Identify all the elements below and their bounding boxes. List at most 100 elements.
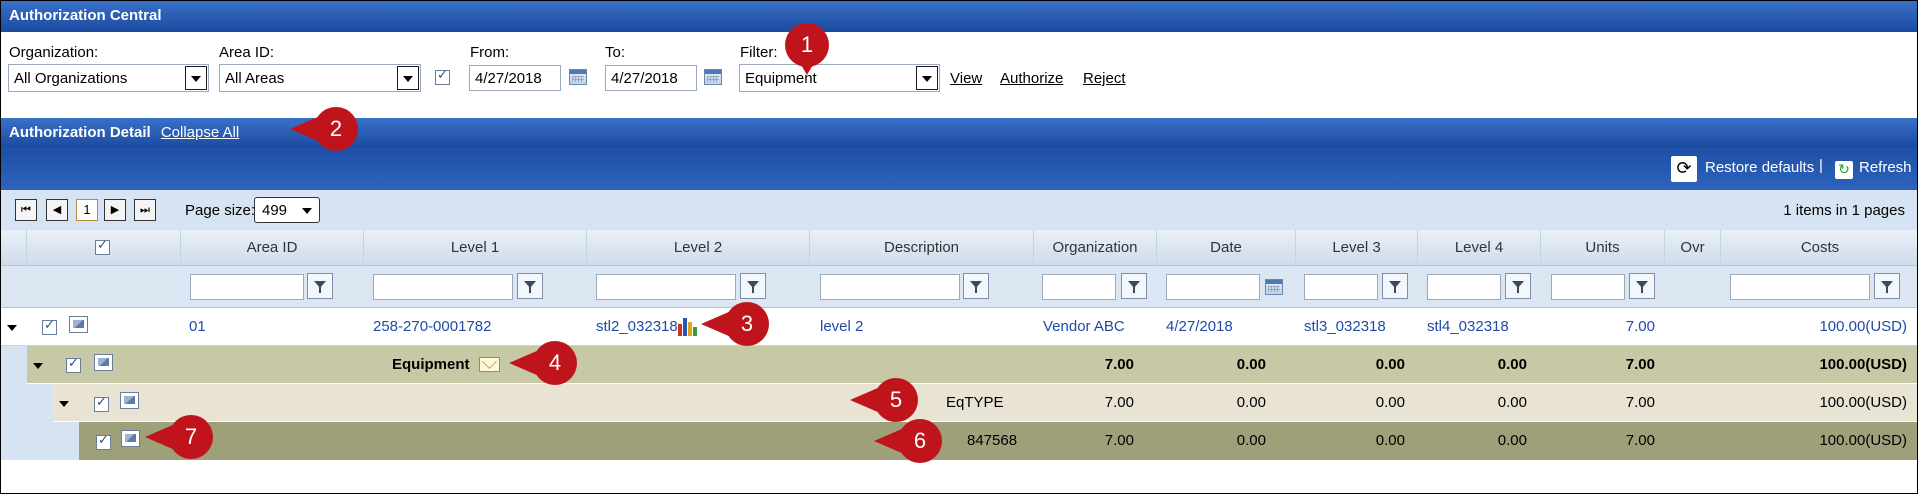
refresh-icon[interactable]: ↻ [1835,161,1853,179]
group-label: Equipment [392,356,470,373]
chevron-down-icon[interactable] [397,66,419,90]
image-icon[interactable] [94,354,113,371]
filter-icon[interactable] [1382,273,1408,299]
header-level-1[interactable]: Level 1 [364,230,587,266]
image-icon[interactable] [121,430,140,447]
cell-value-2: 0.00 [1236,432,1266,449]
cell-description[interactable]: level 2 [820,308,863,346]
filter-icon[interactable] [1874,273,1900,299]
image-icon[interactable] [69,316,88,333]
restore-icon[interactable]: ⟳ [1671,156,1697,182]
calendar-icon[interactable] [569,69,587,85]
cell-level-1[interactable]: 258-270-0001782 [373,308,491,346]
units-filter-input[interactable] [1551,274,1625,300]
select-all-checkbox[interactable] [95,238,110,255]
cell-value-3: 0.00 [1375,432,1405,449]
header-ovr[interactable]: Ovr [1665,230,1721,266]
view-link[interactable]: View [950,70,982,87]
header-units[interactable]: Units [1541,230,1665,266]
filter-icon[interactable] [307,273,333,299]
cell-costs[interactable]: 100.00(USD) [1721,308,1907,346]
level-2-filter-input[interactable] [596,274,736,300]
previous-page-icon[interactable]: ◀ [46,199,68,221]
header-date[interactable]: Date [1157,230,1296,266]
area-select[interactable]: All Areas [219,64,421,92]
filter-icon[interactable] [1505,273,1531,299]
restore-defaults-button[interactable]: Restore defaults [1705,159,1814,185]
refresh-button[interactable]: Refresh [1859,159,1912,185]
type-row-eqtype[interactable]: EqTYPE 7.00 0.00 0.00 0.00 7.00 100.00(U… [53,384,1917,422]
calendar-icon[interactable] [704,69,722,85]
page-size-label: Page size: [185,202,256,219]
header-level-2[interactable]: Level 2 [587,230,810,266]
collapse-group-icon[interactable] [33,363,43,369]
filter-row [1,266,1917,308]
cell-value-1: 7.00 [1104,356,1134,373]
cell-units[interactable]: 7.00 [1541,308,1655,346]
filter-icon[interactable] [1121,273,1147,299]
cell-level-3[interactable]: stl3_032318 [1304,308,1386,346]
cell-value-1: 7.00 [1104,432,1134,449]
description-filter-input[interactable] [820,274,960,300]
table-row[interactable]: 01 258-270-0001782 stl2_032318 level 2 V… [1,308,1917,346]
current-page-button[interactable]: 1 [76,199,98,221]
header-level-3[interactable]: Level 3 [1296,230,1418,266]
filter-icon[interactable] [963,273,989,299]
last-page-icon[interactable]: ⏭ [134,199,156,221]
callout-3: 3 [701,302,769,346]
reject-link[interactable]: Reject [1083,70,1126,87]
cell-costs: 100.00(USD) [1819,356,1907,373]
level-4-filter-input[interactable] [1427,274,1501,300]
organization-select[interactable]: All Organizations [8,64,209,92]
cell-organization[interactable]: Vendor ABC [1043,308,1125,346]
cell-value-2: 0.00 [1236,356,1266,373]
collapse-row-icon[interactable] [7,325,17,331]
collapse-all-link[interactable]: Collapse All [161,124,239,141]
cell-level-4[interactable]: stl4_032318 [1427,308,1509,346]
level-1-filter-input[interactable] [373,274,513,300]
area-id-filter-input[interactable] [190,274,304,300]
group-row-equipment[interactable]: Equipment 7.00 0.00 0.00 0.00 7.00 100.0… [27,346,1917,384]
filter-select[interactable]: Equipment [739,64,940,92]
cell-area-id[interactable]: 01 [189,308,206,346]
cell-value-4: 0.00 [1497,432,1527,449]
page-size-select[interactable]: 499 [254,197,320,223]
row-checkbox[interactable] [94,395,109,412]
chevron-down-icon[interactable] [185,66,207,90]
next-page-icon[interactable]: ▶ [104,199,126,221]
costs-filter-input[interactable] [1730,274,1870,300]
authorize-link[interactable]: Authorize [1000,70,1063,87]
cell-value-3: 0.00 [1375,394,1405,411]
item-row-847568[interactable]: 847568 7.00 0.00 0.00 0.00 7.00 100.00(U… [79,422,1917,460]
header-expand-col [1,230,27,266]
to-date-input[interactable]: 4/27/2018 [605,65,697,91]
filter-icon[interactable] [517,273,543,299]
cell-level-2[interactable]: stl2_032318 [596,308,678,346]
collapse-type-icon[interactable] [59,401,69,407]
row-checkbox[interactable] [96,433,111,450]
from-date-input[interactable]: 4/27/2018 [469,65,561,91]
calendar-icon[interactable] [1265,279,1283,295]
filter-icon[interactable] [740,273,766,299]
header-level-4[interactable]: Level 4 [1418,230,1541,266]
bar-chart-icon[interactable] [678,316,698,336]
header-organization[interactable]: Organization [1034,230,1157,266]
image-icon[interactable] [120,392,139,409]
header-description[interactable]: Description [810,230,1034,266]
chevron-down-icon[interactable] [916,66,938,90]
cell-date[interactable]: 4/27/2018 [1166,308,1233,346]
date-filter-input[interactable] [1166,274,1260,300]
envelope-icon[interactable] [479,357,500,372]
row-checkbox[interactable] [66,356,81,373]
first-page-icon[interactable]: ⏮ [15,199,37,221]
filter-icon[interactable] [1629,273,1655,299]
page-size-value: 499 [262,202,288,219]
date-range-checkbox[interactable] [435,68,450,85]
header-costs[interactable]: Costs [1721,230,1917,266]
level-3-filter-input[interactable] [1304,274,1378,300]
indent-gutter [53,422,79,460]
organization-filter-input[interactable] [1042,274,1116,300]
row-checkbox[interactable] [42,318,57,335]
header-area-id[interactable]: Area ID [181,230,364,266]
cell-value-3: 0.00 [1375,356,1405,373]
